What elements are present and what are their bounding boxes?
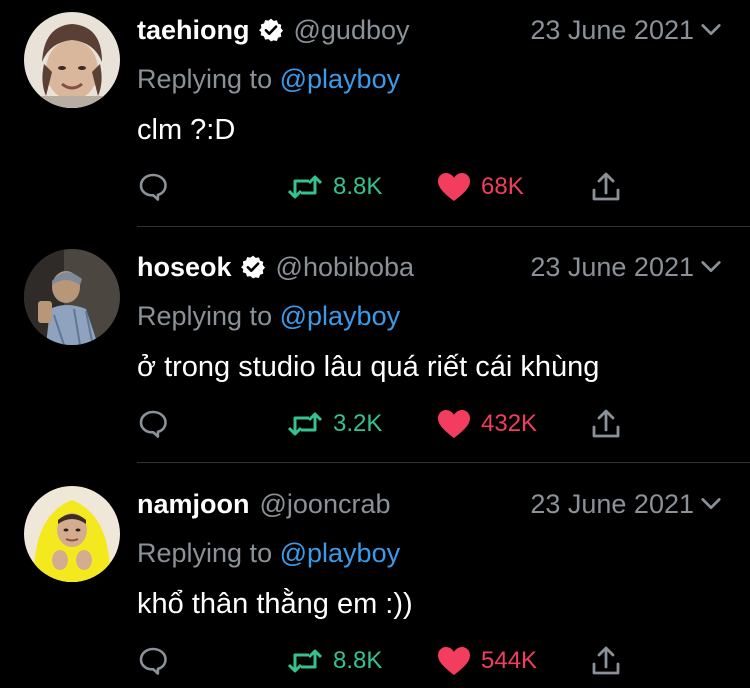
- reply-button[interactable]: [137, 407, 169, 441]
- chevron-down-icon[interactable]: [700, 493, 722, 515]
- retweet-icon: [287, 175, 323, 199]
- reply-icon: [139, 410, 167, 438]
- replying-to: Replying to @playboy: [137, 64, 400, 95]
- retweet-button[interactable]: 8.8K: [287, 644, 382, 678]
- reply-icon: [139, 647, 167, 675]
- share-icon: [592, 646, 620, 675]
- retweet-icon: [287, 412, 323, 436]
- tweet-header: taehiong @gudboy 23 June 2021: [137, 12, 722, 48]
- tweet-text: clm ?:D: [137, 114, 236, 146]
- share-button[interactable]: [591, 644, 621, 678]
- heart-icon: [438, 647, 470, 675]
- replying-to: Replying to @playboy: [137, 301, 400, 332]
- tweet-header: hoseok @hobiboba 23 June 2021: [137, 249, 722, 285]
- like-button[interactable]: 68K: [437, 170, 524, 204]
- reply-to-handle[interactable]: @playboy: [280, 301, 400, 331]
- chevron-down-icon[interactable]: [700, 19, 722, 41]
- tweet-text: khổ thân thằng em :)): [137, 588, 413, 620]
- retweet-count: 8.8K: [333, 173, 383, 200]
- tweet-text: ở trong studio lâu quá riết cái khùng: [137, 351, 600, 383]
- tweet-header: namjoon @jooncrab 23 June 2021: [137, 486, 722, 522]
- avatar[interactable]: [24, 249, 120, 345]
- user-handle[interactable]: @gudboy: [294, 15, 410, 46]
- share-button[interactable]: [591, 170, 621, 204]
- display-name[interactable]: taehiong: [137, 15, 250, 46]
- reply-icon: [139, 173, 167, 201]
- retweet-button[interactable]: 3.2K: [287, 407, 382, 441]
- verified-badge-icon: [258, 17, 284, 43]
- divider: [137, 462, 750, 463]
- retweet-count: 3.2K: [333, 410, 383, 437]
- replying-to-label: Replying to: [137, 538, 273, 568]
- avatar[interactable]: [24, 12, 120, 108]
- tweet-date[interactable]: 23 June 2021: [530, 15, 694, 46]
- tweet[interactable]: hoseok @hobiboba 23 June 2021 Replying t…: [0, 237, 750, 463]
- heart-icon: [438, 410, 470, 438]
- replying-to-label: Replying to: [137, 64, 273, 94]
- tweet-actions: 8.8K 68K: [137, 170, 637, 204]
- share-icon: [592, 172, 620, 201]
- retweet-icon: [287, 649, 323, 673]
- tweet-date[interactable]: 23 June 2021: [530, 489, 694, 520]
- user-handle[interactable]: @jooncrab: [260, 489, 391, 520]
- tweet[interactable]: taehiong @gudboy 23 June 2021 Replying t…: [0, 0, 750, 226]
- display-name[interactable]: hoseok: [137, 252, 232, 283]
- chevron-down-icon[interactable]: [700, 256, 722, 278]
- display-name[interactable]: namjoon: [137, 489, 250, 520]
- like-button[interactable]: 432K: [437, 407, 537, 441]
- tweet-date[interactable]: 23 June 2021: [530, 252, 694, 283]
- heart-icon: [438, 173, 470, 201]
- reply-button[interactable]: [137, 644, 169, 678]
- user-handle[interactable]: @hobiboba: [276, 252, 415, 283]
- like-count: 544K: [481, 647, 538, 674]
- tweet-actions: 8.8K 544K: [137, 644, 637, 678]
- like-button[interactable]: 544K: [437, 644, 537, 678]
- tweet[interactable]: namjoon @jooncrab 23 June 2021 Replying …: [0, 474, 750, 688]
- like-count: 68K: [481, 173, 524, 200]
- retweet-count: 8.8K: [333, 647, 383, 674]
- reply-to-handle[interactable]: @playboy: [280, 538, 400, 568]
- replying-to-label: Replying to: [137, 301, 273, 331]
- retweet-button[interactable]: 8.8K: [287, 170, 382, 204]
- reply-button[interactable]: [137, 170, 169, 204]
- share-button[interactable]: [591, 407, 621, 441]
- like-count: 432K: [481, 410, 538, 437]
- share-icon: [592, 409, 620, 438]
- replying-to: Replying to @playboy: [137, 538, 400, 569]
- divider: [137, 226, 750, 227]
- tweet-actions: 3.2K 432K: [137, 407, 637, 441]
- avatar[interactable]: [24, 486, 120, 582]
- reply-to-handle[interactable]: @playboy: [280, 64, 400, 94]
- verified-badge-icon: [240, 254, 266, 280]
